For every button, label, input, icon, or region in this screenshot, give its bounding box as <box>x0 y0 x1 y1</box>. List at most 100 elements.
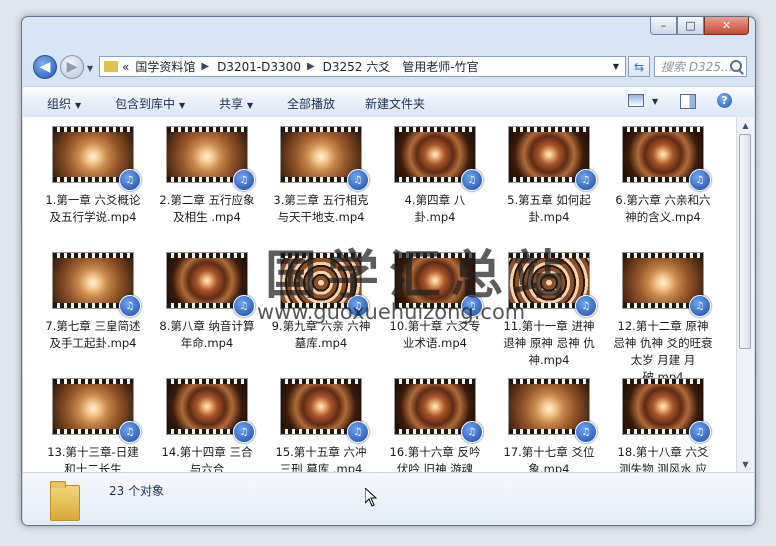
share-label: 共享 <box>219 97 244 111</box>
file-item[interactable]: ♫ 2.第二章 五行应象及相生 .mp4 <box>155 127 259 226</box>
media-player-icon: ♫ <box>575 295 597 317</box>
video-frame <box>53 132 133 177</box>
video-thumbnail: ♫ <box>623 127 711 191</box>
minimize-button[interactable]: – <box>650 17 677 35</box>
include-in-library-menu[interactable]: 包含到库中 ▼ <box>115 95 185 112</box>
media-player-icon: ♫ <box>689 421 711 443</box>
video-thumbnail: ♫ <box>623 379 711 443</box>
file-item[interactable]: ♫ 9.第九章 六亲 六神 墓库.mp4 <box>269 253 373 352</box>
file-item[interactable]: ♫ 6.第六章 六亲和六神的含义.mp4 <box>611 127 715 226</box>
maximize-button[interactable]: □ <box>677 17 704 35</box>
file-item[interactable]: ♫ 12.第十二章 原神忌神 仇神 爻的旺衰 太岁 月建 月破.mp4 <box>611 253 715 386</box>
file-item[interactable]: ♫ 7.第七章 三皇简述及手工起卦.mp4 <box>41 253 145 352</box>
new-folder-button[interactable]: 新建文件夹 <box>365 95 425 112</box>
organize-menu[interactable]: 组织 ▼ <box>47 95 81 112</box>
file-item[interactable]: ♫ 11.第十一章 进神退神 原神 忌神 仇神.mp4 <box>497 253 601 369</box>
scrollbar-thumb[interactable] <box>739 134 751 349</box>
media-player-icon: ♫ <box>461 295 483 317</box>
file-name: 16.第十六章 反吟伏吟 旧神 游魂 <box>389 445 481 472</box>
file-item[interactable]: ♫ 18.第十八章 六爻测失物 测风水 应 <box>611 379 715 472</box>
video-frame <box>509 384 589 429</box>
video-frame <box>509 258 589 303</box>
preview-pane-icon[interactable] <box>680 94 696 109</box>
file-name: 12.第十二章 原神忌神 仇神 爻的旺衰 太岁 月建 月破.mp4 <box>613 319 713 384</box>
media-player-icon: ♫ <box>233 169 255 191</box>
video-thumbnail: ♫ <box>281 379 369 443</box>
video-frame <box>509 132 589 177</box>
video-thumbnail: ♫ <box>395 127 483 191</box>
close-button[interactable]: ✕ <box>704 17 749 35</box>
media-player-icon: ♫ <box>119 421 141 443</box>
video-frame <box>395 132 475 177</box>
chevron-down-icon: ▼ <box>247 101 254 110</box>
search-icon <box>730 60 742 72</box>
file-item[interactable]: ♫ 1.第一章 六爻概论及五行学说.mp4 <box>41 127 145 226</box>
vertical-scrollbar[interactable]: ▲ ▼ <box>736 117 754 472</box>
file-name: 15.第十五章 六冲三刑 墓库 .mp4 <box>275 445 367 472</box>
file-name: 2.第二章 五行应象及相生 .mp4 <box>159 193 255 224</box>
item-count: 23 个对象 <box>109 484 165 498</box>
file-name: 11.第十一章 进神退神 原神 忌神 仇神.mp4 <box>503 319 595 367</box>
video-thumbnail: ♫ <box>395 379 483 443</box>
video-frame <box>623 132 703 177</box>
caption-buttons: – □ ✕ <box>650 17 749 35</box>
history-dropdown-icon[interactable]: ▼ <box>87 64 93 73</box>
help-icon[interactable]: ? <box>717 93 732 108</box>
refresh-button[interactable]: ⇆ <box>628 56 650 77</box>
breadcrumb-item[interactable]: 国学资料馆 <box>135 58 195 75</box>
media-player-icon: ♫ <box>347 421 369 443</box>
breadcrumb-item[interactable]: D3201-D3300 <box>217 60 301 74</box>
details-pane: 23 个对象 <box>23 472 754 525</box>
file-item[interactable]: ♫ 15.第十五章 六冲三刑 墓库 .mp4 <box>269 379 373 472</box>
chevron-right-icon[interactable]: ▶ <box>307 61 315 72</box>
scroll-up-icon[interactable]: ▲ <box>737 117 754 133</box>
file-item[interactable]: ♫ 5.第五章 如何起卦.mp4 <box>497 127 601 226</box>
file-name: 9.第九章 六亲 六神 墓库.mp4 <box>271 319 371 350</box>
refresh-icon: ⇆ <box>633 59 645 74</box>
breadcrumb-item[interactable]: D3252 六爻 管用老师-竹官 <box>323 58 479 75</box>
file-name: 5.第五章 如何起卦.mp4 <box>507 193 591 224</box>
file-item[interactable]: ♫ 13.第十三章-日建和十二长生 <box>41 379 145 472</box>
file-name: 1.第一章 六爻概论及五行学说.mp4 <box>45 193 141 224</box>
scroll-down-icon[interactable]: ▼ <box>737 456 754 472</box>
command-bar: 组织 ▼ 包含到库中 ▼ 共享 ▼ 全部播放 新建文件夹 ▼ ? <box>23 86 754 118</box>
video-frame <box>167 384 247 429</box>
forward-button[interactable]: ▶ <box>60 55 84 79</box>
file-item[interactable]: ♫ 17.第十七章 爻位象.mp4 <box>497 379 601 472</box>
video-thumbnail: ♫ <box>53 253 141 317</box>
file-item[interactable]: ♫ 8.第八章 纳音计算年命.mp4 <box>155 253 259 352</box>
media-player-icon: ♫ <box>689 295 711 317</box>
media-player-icon: ♫ <box>233 295 255 317</box>
navigation-bar: ◀ ▶ ▼ « 国学资料馆 ▶ D3201-D3300 ▶ D3252 六爻 管… <box>30 53 747 81</box>
file-list[interactable]: ♫ 1.第一章 六爻概论及五行学说.mp4 ♫ 2.第二章 五行应象及相生 .mp4 ♫… <box>23 117 736 472</box>
media-player-icon: ♫ <box>575 421 597 443</box>
video-thumbnail: ♫ <box>53 379 141 443</box>
file-item[interactable]: ♫ 10.第十章 六爻专业术语.mp4 <box>383 253 487 352</box>
file-item[interactable]: ♫ 3.第三章 五行相克与天干地支.mp4 <box>269 127 373 226</box>
change-view-icon[interactable] <box>628 94 644 107</box>
play-all-button[interactable]: 全部播放 <box>287 95 335 112</box>
address-dropdown-icon[interactable]: ▼ <box>613 62 619 71</box>
video-frame <box>281 258 361 303</box>
chevron-down-icon: ▼ <box>75 101 82 110</box>
video-thumbnail: ♫ <box>167 253 255 317</box>
video-frame <box>623 384 703 429</box>
media-player-icon: ♫ <box>233 421 255 443</box>
file-item[interactable]: ♫ 14.第十四章 三合与六合 <box>155 379 259 472</box>
video-frame <box>395 258 475 303</box>
back-button[interactable]: ◀ <box>33 55 57 79</box>
search-input[interactable]: 搜索 D325... <box>654 56 747 77</box>
file-name: 17.第十七章 爻位象.mp4 <box>503 445 595 472</box>
share-menu[interactable]: 共享 ▼ <box>219 95 253 112</box>
file-name: 18.第十八章 六爻测失物 测风水 应 <box>617 445 709 472</box>
video-frame <box>53 258 133 303</box>
file-item[interactable]: ♫ 16.第十六章 反吟伏吟 旧神 游魂 <box>383 379 487 472</box>
view-dropdown-icon[interactable]: ▼ <box>652 97 658 106</box>
media-player-icon: ♫ <box>689 169 711 191</box>
media-player-icon: ♫ <box>119 169 141 191</box>
file-name: 13.第十三章-日建和十二长生 <box>47 445 139 472</box>
file-item[interactable]: ♫ 4.第四章 八卦.mp4 <box>383 127 487 226</box>
address-bar[interactable]: « 国学资料馆 ▶ D3201-D3300 ▶ D3252 六爻 管用老师-竹官… <box>99 56 626 77</box>
breadcrumb-overflow[interactable]: « <box>122 60 129 74</box>
chevron-right-icon[interactable]: ▶ <box>201 61 209 72</box>
